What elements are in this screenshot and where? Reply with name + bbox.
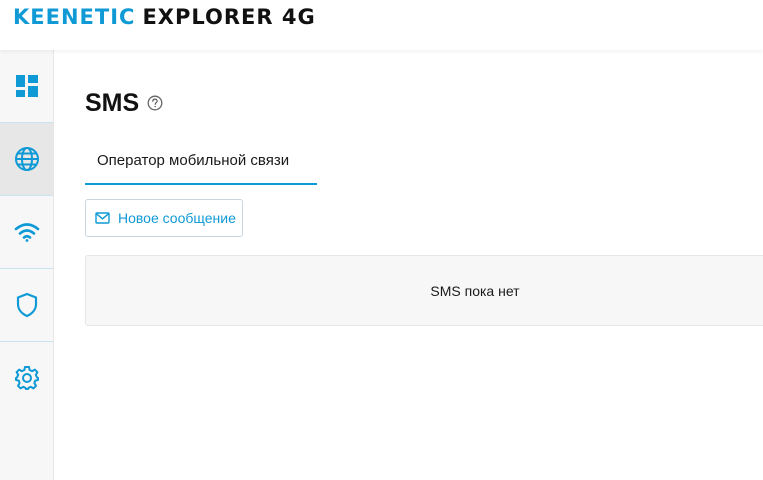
new-message-button[interactable]: Новое сообщение bbox=[85, 199, 243, 237]
tab-label: Оператор мобильной связи bbox=[97, 152, 290, 169]
dashboard-icon bbox=[15, 74, 39, 98]
help-icon[interactable] bbox=[147, 95, 163, 111]
brand-logo[interactable]: KEENETIC EXPLORER 4G bbox=[13, 5, 316, 29]
sidebar-item-wifi[interactable] bbox=[0, 196, 53, 268]
main-content: SMS Оператор мобильной связи Новое сообщ… bbox=[54, 50, 763, 480]
wifi-icon bbox=[14, 221, 40, 243]
brand-primary: KEENETIC bbox=[13, 5, 136, 29]
sidebar-item-dashboard[interactable] bbox=[0, 50, 53, 122]
new-message-label: Новое сообщение bbox=[118, 210, 236, 226]
sidebar-item-security[interactable] bbox=[0, 269, 53, 341]
sidebar bbox=[0, 50, 54, 480]
sidebar-item-settings[interactable] bbox=[0, 342, 53, 414]
title-row: SMS bbox=[85, 88, 163, 118]
envelope-icon bbox=[95, 212, 110, 224]
sidebar-item-internet[interactable] bbox=[0, 123, 53, 195]
tab-mobile-operator[interactable]: Оператор мобильной связи bbox=[85, 142, 317, 185]
top-header: KEENETIC EXPLORER 4G bbox=[0, 0, 763, 50]
empty-state-text: SMS пока нет bbox=[430, 283, 520, 299]
page-title: SMS bbox=[85, 88, 140, 117]
shield-icon bbox=[15, 292, 39, 318]
gear-icon bbox=[14, 365, 40, 391]
brand-secondary: EXPLORER 4G bbox=[142, 5, 316, 29]
sms-empty-panel: SMS пока нет bbox=[85, 255, 763, 326]
globe-icon bbox=[14, 146, 40, 172]
